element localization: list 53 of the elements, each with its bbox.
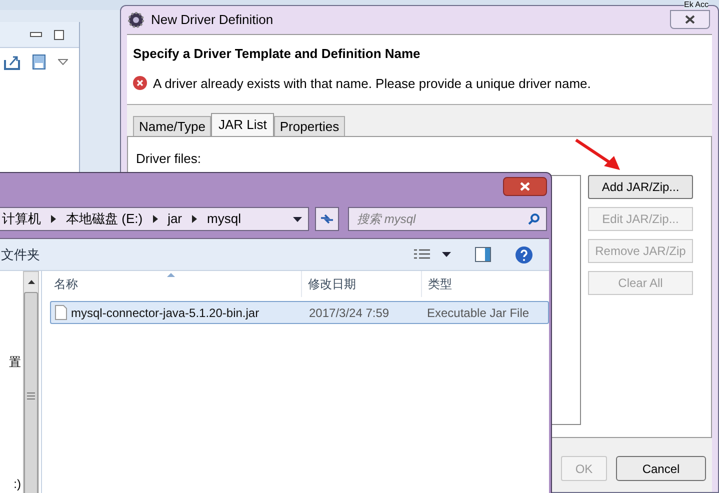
grip-icon <box>27 392 35 400</box>
scrollbar[interactable] <box>23 271 39 493</box>
file-icon <box>55 305 67 320</box>
preview-pane-icon[interactable] <box>475 247 491 262</box>
breadcrumb[interactable]: jar <box>168 209 182 229</box>
tab[interactable]: JAR List <box>211 113 274 136</box>
file-date: 2017/3/24 7:59 <box>308 304 390 322</box>
driver-files-label: Driver files: <box>136 150 202 168</box>
breadcrumb[interactable]: 计算机 <box>2 209 41 229</box>
window-title: New Driver Definition <box>151 11 274 30</box>
close-button[interactable] <box>670 10 710 29</box>
chevron-icon <box>51 215 56 223</box>
page-title: Specify a Driver Template and Definition Name <box>133 45 422 63</box>
new-folder-button[interactable]: 文件夹 <box>1 244 40 264</box>
corner-text: Ek Acc <box>684 0 708 9</box>
gear-icon <box>127 11 145 29</box>
dropdown-icon[interactable] <box>293 216 302 222</box>
breadcrumb[interactable]: mysql <box>207 209 241 229</box>
chevron-icon <box>192 215 198 223</box>
file-name: mysql-connector-java-5.1.20-bin.jar <box>71 304 260 322</box>
minimize-icon[interactable] <box>30 32 42 37</box>
chevron-icon <box>152 215 158 223</box>
file-row[interactable]: mysql-connector-java-5.1.20-bin.jar 2017/3/24 7:59 Executable Jar File <box>50 301 549 324</box>
action-button[interactable]: Add JAR/Zip... <box>588 174 693 198</box>
refresh-icon <box>320 213 334 225</box>
sort-arrow-icon <box>167 273 175 277</box>
close-icon <box>520 182 530 191</box>
error-icon <box>133 76 147 90</box>
dialog-button[interactable]: Cancel <box>616 456 706 481</box>
column-header[interactable]: 名称 <box>42 271 302 297</box>
column-header[interactable]: 修改日期 <box>302 271 422 297</box>
error-message: A driver already exists with that name. Please provide a unique driver name. <box>153 74 591 93</box>
close-icon <box>685 15 695 24</box>
file-type: Executable Jar File <box>426 304 530 322</box>
tab[interactable]: Properties <box>274 116 346 136</box>
breadcrumb[interactable]: 本地磁盘 (E:) <box>66 209 143 229</box>
scroll-up-icon[interactable] <box>28 280 34 284</box>
column-header[interactable]: 类型 <box>422 271 549 297</box>
search-icon <box>528 213 540 225</box>
address-bar[interactable]: 计算机 本地磁盘 (E:) jar mysql <box>0 207 309 231</box>
nav-item[interactable]: :) <box>14 475 21 493</box>
refresh-button[interactable] <box>315 207 339 231</box>
search-placeholder: 搜索 mysql <box>357 211 417 228</box>
export-icon[interactable] <box>4 54 20 70</box>
save-icon[interactable] <box>32 54 46 70</box>
maximize-icon[interactable] <box>54 30 64 40</box>
help-icon[interactable] <box>515 246 533 264</box>
tab[interactable]: Name/Type <box>133 116 212 136</box>
nav-item[interactable]: 置 <box>9 353 21 371</box>
close-button[interactable] <box>503 177 547 196</box>
dropdown-icon[interactable] <box>442 252 451 257</box>
view-list-icon[interactable] <box>414 248 430 260</box>
scrollbar-thumb[interactable] <box>24 292 38 493</box>
